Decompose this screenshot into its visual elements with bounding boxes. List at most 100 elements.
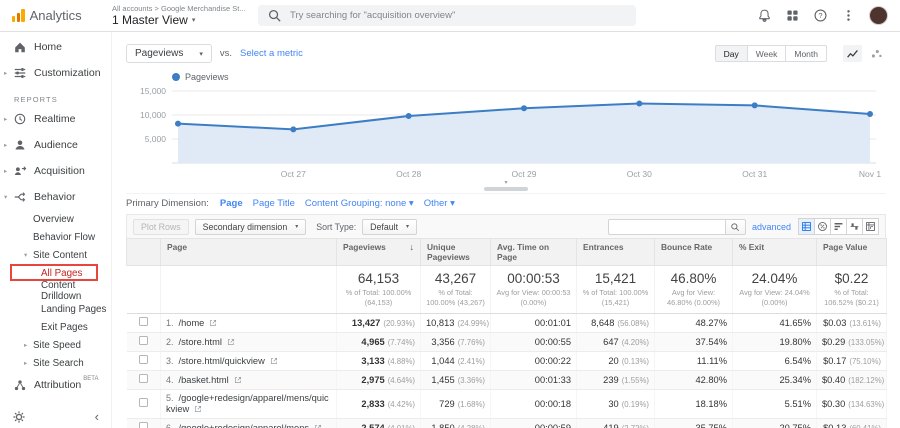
row-checkbox[interactable] <box>138 422 148 428</box>
cell-page-value: $0.13(60.41%) <box>816 418 887 428</box>
analytics-logo[interactable]: Analytics <box>12 8 112 23</box>
chevron-down-icon: ▾ <box>295 224 299 230</box>
cell-avg-time-on-page: 00:01:01 <box>490 313 577 334</box>
metric-value: 18.18% <box>695 398 727 409</box>
column-header-entrances[interactable]: Entrances <box>576 237 655 267</box>
apps-grid-icon[interactable] <box>785 8 800 23</box>
column-header-page[interactable]: Page <box>160 237 337 267</box>
pageviews-line-chart[interactable]: 5,000 10,000 15,000 Oct 27 Oct 28 Oct 29 Oct 3… <box>126 85 886 181</box>
sidebar-item-home[interactable]: Home <box>0 34 111 60</box>
primary-dimension-other[interactable]: Other ▾ <box>424 198 455 209</box>
cell-bounce-rate: 18.18% <box>654 389 733 420</box>
metric-value: 00:00:59 <box>534 422 571 428</box>
chart-scrubber[interactable]: ▾ <box>476 180 536 193</box>
primary-dimension-content-grouping-none[interactable]: Content Grouping: none ▾ <box>305 198 414 209</box>
admin-gear-icon[interactable] <box>12 410 26 424</box>
open-in-new-icon[interactable] <box>227 338 235 346</box>
primary-dimension-page-title[interactable]: Page Title <box>253 198 295 209</box>
select-a-metric-link[interactable]: Select a metric <box>240 48 303 59</box>
primary-dimension-page[interactable]: Page <box>220 198 243 209</box>
metric-percent: (134.63%) <box>848 399 885 409</box>
view-selector[interactable]: 1 Master View ▾ <box>112 13 252 27</box>
row-checkbox[interactable] <box>138 355 148 365</box>
column-header-unique-pageviews[interactable]: Unique Pageviews <box>420 237 491 267</box>
open-in-new-icon[interactable] <box>234 376 242 384</box>
metric-value: 419 <box>603 422 619 428</box>
column-header-page-value[interactable]: Page Value <box>816 237 887 267</box>
open-in-new-icon[interactable] <box>194 405 202 413</box>
metric-value: 00:00:22 <box>534 355 571 366</box>
sidebar-item-landing-pages[interactable]: Landing Pages <box>0 300 111 318</box>
open-in-new-icon[interactable] <box>209 319 217 327</box>
sidebar-item-exit-pages[interactable]: Exit Pages <box>0 318 111 336</box>
sidebar-item-behavior-flow[interactable]: Behavior Flow <box>0 228 111 246</box>
header-select-cell <box>126 237 161 267</box>
range-week-button[interactable]: Week <box>746 45 787 62</box>
global-search[interactable] <box>258 5 636 26</box>
notifications-bell-icon[interactable] <box>757 8 772 23</box>
comparison-view-button[interactable] <box>846 218 863 235</box>
metric-value: 30 <box>608 398 619 409</box>
row-select-cell <box>126 418 161 428</box>
pivot-view-button[interactable] <box>862 218 879 235</box>
sidebar-item-attribution[interactable]: Attribution BETA <box>0 372 111 398</box>
table-view-button[interactable] <box>798 218 815 235</box>
page-link[interactable]: /google+redesign/apparel/mens/quickview <box>166 393 329 414</box>
column-header-avg-time-on-page[interactable]: Avg. Time on Page <box>490 237 577 267</box>
metric-percent: (75.10%) <box>849 356 881 366</box>
cell-percent-exit: 25.34% <box>732 370 817 391</box>
sidebar-item-acquisition[interactable]: ▸ Acquisition <box>0 158 111 184</box>
sidebar-item-content-drilldown[interactable]: Content Drilldown <box>0 280 111 302</box>
scrubber-handle[interactable] <box>484 187 528 191</box>
sidebar-item-label: Home <box>34 41 63 53</box>
sidebar-item-site-search[interactable]: ▸ Site Search <box>0 354 111 372</box>
secondary-dimension-button[interactable]: Secondary dimension ▾ <box>194 218 307 235</box>
open-in-new-icon[interactable] <box>270 357 278 365</box>
cell-page-value: $0.17 (75.10%) <box>816 351 887 372</box>
range-day-button[interactable]: Day <box>714 45 748 62</box>
global-search-input[interactable] <box>290 10 627 21</box>
sort-type-button[interactable]: Default ▾ <box>362 218 418 235</box>
page-link[interactable]: /store.html/quickview <box>179 356 265 366</box>
column-header-bounce-rate[interactable]: Bounce Rate <box>654 237 733 267</box>
collapse-sidebar-icon[interactable]: ‹ <box>95 409 99 424</box>
column-header-pageviews[interactable]: ↓ Pageviews <box>336 237 421 267</box>
svg-text:5,000: 5,000 <box>145 134 167 144</box>
page-link[interactable]: /home <box>179 318 205 328</box>
row-checkbox[interactable] <box>138 317 148 327</box>
line-chart-toggle-button[interactable] <box>843 45 862 62</box>
cell-page-value: $0.29 (133.05%) <box>816 332 887 353</box>
summary-empty-cell <box>126 265 161 315</box>
table-search-button[interactable] <box>725 218 746 235</box>
metric-value: 6.54% <box>784 355 811 366</box>
metric-percent: (2.72%) <box>622 424 649 428</box>
user-avatar[interactable] <box>869 6 888 25</box>
performance-view-button[interactable] <box>830 218 847 235</box>
account-path[interactable]: All accounts > Google Merchandise St... <box>112 4 252 13</box>
row-checkbox[interactable] <box>138 398 148 408</box>
more-menu-icon[interactable] <box>841 8 856 23</box>
motion-chart-toggle-button[interactable] <box>867 45 886 62</box>
sidebar-item-behavior[interactable]: ▾ Behavior <box>0 184 111 210</box>
help-icon[interactable]: ? <box>813 8 828 23</box>
row-checkbox[interactable] <box>138 336 148 346</box>
sidebar-item-realtime[interactable]: ▸ Realtime <box>0 106 111 132</box>
analytics-logo-icon <box>12 9 25 22</box>
sidebar-item-overview[interactable]: Overview <box>0 210 111 228</box>
advanced-search-link[interactable]: advanced <box>752 222 791 232</box>
sidebar-item-site-speed[interactable]: ▸ Site Speed <box>0 336 111 354</box>
sidebar-item-audience[interactable]: ▸ Audience <box>0 132 111 158</box>
sidebar-item-customization[interactable]: ▸ Customization <box>0 60 111 86</box>
table-search-input[interactable] <box>607 218 726 235</box>
metric-selector-button[interactable]: Pageviews ▾ <box>126 44 212 63</box>
cell-bounce-rate: 11.11% <box>654 351 733 372</box>
percentage-view-button[interactable] <box>814 218 831 235</box>
page-link[interactable]: /basket.html <box>179 375 229 385</box>
row-checkbox[interactable] <box>138 374 148 384</box>
column-header-percent-exit[interactable]: % Exit <box>732 237 817 267</box>
open-in-new-icon[interactable] <box>314 424 322 428</box>
page-link[interactable]: /google+redesign/apparel/mens <box>179 423 310 428</box>
range-month-button[interactable]: Month <box>785 45 827 62</box>
sidebar-item-site-content[interactable]: ▾ Site Content <box>0 246 111 264</box>
page-link[interactable]: /store.html <box>179 337 222 347</box>
